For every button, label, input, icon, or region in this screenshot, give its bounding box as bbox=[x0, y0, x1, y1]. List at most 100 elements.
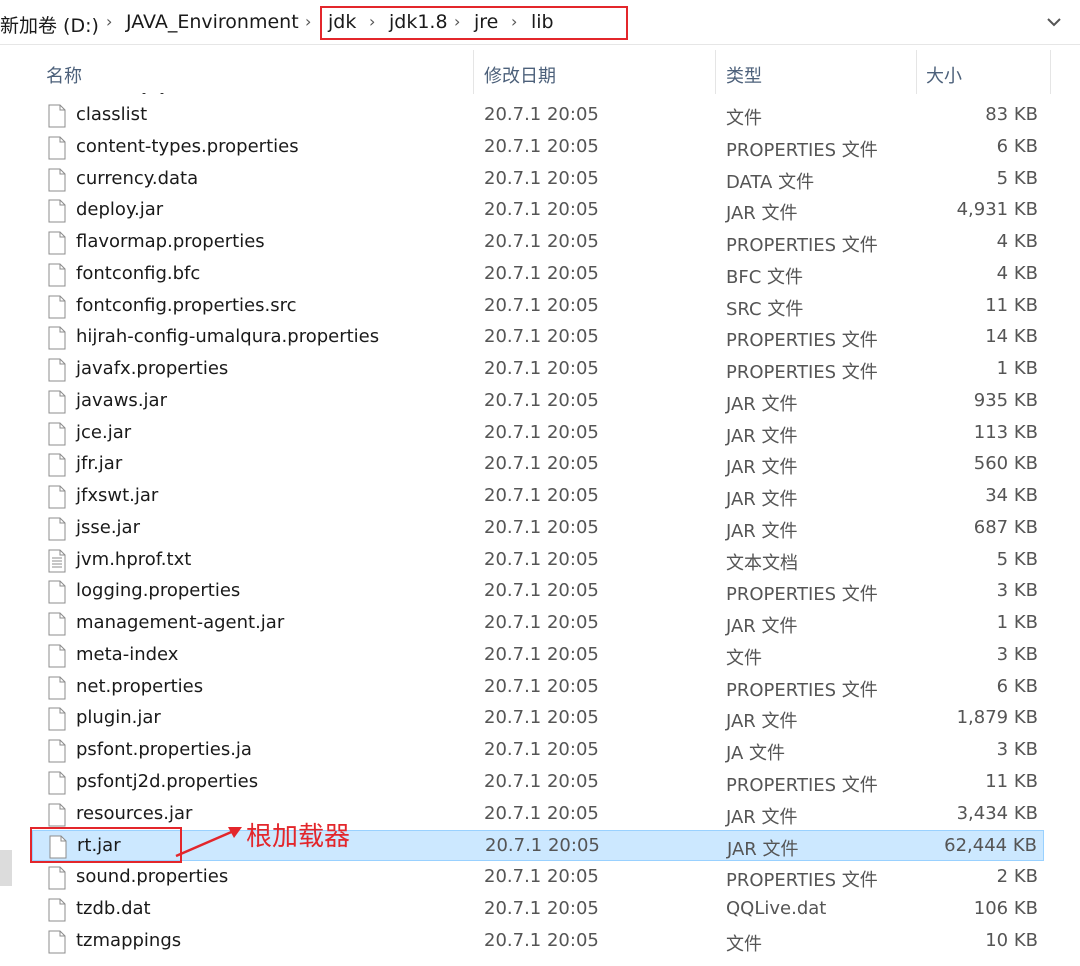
file-size: 106 KB bbox=[973, 897, 1038, 919]
file-date: 20.7.1 20:05 bbox=[484, 707, 599, 729]
file-date: 20.7.1 20:05 bbox=[484, 262, 599, 284]
file-icon bbox=[48, 136, 66, 160]
file-type: PROPERTIES 文件 bbox=[726, 870, 878, 891]
file-type: JAR 文件 bbox=[726, 616, 798, 637]
file-size: 3,434 KB bbox=[956, 802, 1038, 824]
file-size: 62,444 KB bbox=[944, 835, 1037, 857]
file-date: 20.7.1 20:05 bbox=[484, 231, 599, 252]
file-row[interactable]: jfxswt.jar 20.7.1 20:05 JAR 文件 34 KB bbox=[32, 481, 1044, 512]
file-row[interactable]: jsse.jar 20.7.1 20:05 JAR 文件 687 KB bbox=[32, 513, 1044, 544]
file-type: JAR 文件 bbox=[726, 711, 798, 733]
file-icon bbox=[48, 739, 66, 763]
file-row[interactable]: flavormap.properties 20.7.1 20:05 PROPERTI… bbox=[32, 227, 1044, 258]
file-icon bbox=[48, 326, 66, 350]
file-type: DATA 文件 bbox=[726, 171, 815, 193]
file-name: psfont.properties.ja bbox=[76, 739, 252, 760]
file-date: 20.7.1 20:05 bbox=[484, 866, 599, 887]
file-size: 3 KB bbox=[996, 580, 1038, 602]
file-row[interactable]: javaws.jar 20.7.1 20:05 JAR 文件 935 KB bbox=[32, 386, 1044, 417]
file-type: BFC 文件 bbox=[726, 266, 803, 288]
file-date: 20.7.1 20:05 bbox=[484, 199, 599, 221]
file-icon bbox=[48, 485, 66, 509]
file-size: 3 KB bbox=[996, 643, 1038, 665]
file-type: JAR 文件 bbox=[726, 520, 798, 542]
file-name: fontconfig.properties.src bbox=[76, 294, 297, 316]
file-row[interactable]: psfont.properties.ja 20.7.1 20:05 JA 文件 3 K… bbox=[32, 735, 1044, 766]
file-row[interactable]: jvm.hprof.txt 20.7.1 20:05 文本文档 5 KB bbox=[32, 545, 1044, 576]
file-row[interactable]: jfr.jar 20.7.1 20:05 JAR 文件 560 KB bbox=[32, 449, 1044, 480]
file-icon bbox=[48, 263, 66, 287]
file-size: 4,931 KB bbox=[956, 199, 1038, 221]
file-icon bbox=[48, 898, 66, 922]
file-size: 1 KB bbox=[996, 612, 1038, 633]
file-date: 20.7.1 20:05 bbox=[484, 485, 599, 506]
file-date: 20.7.1 20:05 bbox=[485, 835, 600, 857]
file-size: 560 KB bbox=[973, 453, 1038, 475]
file-row[interactable]: hijrah-config-umalqura.properties 20.7.1 … bbox=[32, 322, 1044, 353]
file-type: 文件 bbox=[726, 647, 762, 669]
file-name: content-types.properties bbox=[76, 135, 299, 157]
file-date: 20.7.1 20:05 bbox=[484, 897, 599, 919]
file-row[interactable]: plugin.jar 20.7.1 20:05 JAR 文件 1,879 KB bbox=[32, 703, 1044, 734]
file-date: 20.7.1 20:05 bbox=[484, 580, 599, 602]
file-name: jfxswt.jar bbox=[76, 485, 159, 506]
file-name: flavormap.properties bbox=[76, 231, 265, 252]
file-type: 文本文档 bbox=[726, 552, 798, 574]
file-icon bbox=[48, 580, 66, 604]
file-row[interactable]: logging.properties 20.7.1 20:05 PROPERTIES… bbox=[32, 576, 1044, 607]
file-row[interactable]: sound.properties 20.7.1 20:05 PROPERTIES 文… bbox=[32, 862, 1044, 893]
file-type: JA 文件 bbox=[726, 743, 786, 764]
file-name: jvm.hprof.txt bbox=[76, 548, 192, 570]
file-row[interactable]: meta-index 20.7.1 20:05 文件 3 KB bbox=[32, 640, 1044, 671]
file-row[interactable]: javafx.properties 20.7.1 20:05 PROPERTIES … bbox=[32, 354, 1044, 385]
file-date: 20.7.1 20:05 bbox=[484, 802, 599, 824]
file-name: javafx.properties bbox=[76, 358, 229, 379]
file-row[interactable]: deploy.jar 20.7.1 20:05 JAR 文件 4,931 KB bbox=[32, 195, 1044, 226]
scrollbar-thumb[interactable] bbox=[0, 850, 12, 886]
file-row[interactable]: currency.data 20.7.1 20:05 DATA 文件 5 KB bbox=[32, 164, 1044, 195]
file-icon bbox=[48, 231, 66, 255]
file-size: 687 KB bbox=[973, 516, 1038, 538]
file-type: 文件 bbox=[726, 108, 762, 129]
file-row[interactable]: net.properties 20.7.1 20:05 PROPERTIES 文件 6… bbox=[32, 672, 1044, 703]
file-name: hijrah-config-umalqura.properties bbox=[76, 326, 380, 348]
file-row[interactable]: fontconfig.properties.src 20.7.1 20:05 SRC… bbox=[32, 291, 1044, 322]
file-date: 20.7.1 20:05 bbox=[484, 643, 599, 665]
file-row[interactable]: management-agent.jar 20.7.1 20:05 JAR 文件 1 … bbox=[32, 608, 1044, 639]
file-list: classlist 20.7.1 20:05 文件 83 KB content-type… bbox=[0, 0, 1080, 966]
file-name: plugin.jar bbox=[76, 707, 161, 729]
file-size: 10 KB bbox=[985, 929, 1038, 951]
file-row[interactable]: jce.jar 20.7.1 20:05 JAR 文件 113 KB bbox=[32, 418, 1044, 449]
file-icon bbox=[48, 866, 66, 890]
file-row[interactable]: fontconfig.bfc 20.7.1 20:05 BFC 文件 4 KB bbox=[32, 259, 1044, 290]
file-icon bbox=[48, 295, 66, 319]
file-name: currency.data bbox=[76, 167, 199, 189]
annotation-arrow-icon bbox=[175, 827, 242, 858]
file-size: 11 KB bbox=[985, 770, 1038, 792]
file-icon bbox=[48, 644, 66, 668]
file-size: 34 KB bbox=[985, 485, 1038, 506]
file-type: PROPERTIES 文件 bbox=[726, 362, 878, 383]
file-date: 20.7.1 20:05 bbox=[484, 389, 599, 411]
file-row[interactable]: content-types.properties 20.7.1 20:05 PROP… bbox=[32, 132, 1044, 163]
file-size: 1 KB bbox=[996, 358, 1038, 379]
file-date: 20.7.1 20:05 bbox=[484, 326, 599, 348]
file-icon bbox=[48, 453, 66, 477]
file-date: 20.7.1 20:05 bbox=[484, 453, 599, 475]
file-date: 20.7.1 20:05 bbox=[484, 612, 599, 633]
file-date: 20.7.1 20:05 bbox=[484, 739, 599, 760]
file-type: JAR 文件 bbox=[727, 839, 799, 861]
file-date: 20.7.1 20:05 bbox=[484, 358, 599, 379]
file-name: sound.properties bbox=[76, 866, 229, 887]
file-date: 20.7.1 20:05 bbox=[484, 770, 599, 792]
file-icon bbox=[48, 199, 66, 223]
file-size: 5 KB bbox=[996, 548, 1038, 570]
text-document-icon bbox=[48, 549, 66, 573]
file-row[interactable]: classlist 20.7.1 20:05 文件 83 KB bbox=[32, 100, 1044, 131]
file-name: meta-index bbox=[76, 643, 179, 665]
file-type: JAR 文件 bbox=[726, 393, 798, 415]
file-row[interactable]: psfontj2d.properties 20.7.1 20:05 PROPERTI… bbox=[32, 767, 1044, 798]
file-row[interactable]: tzmappings 20.7.1 20:05 文件 10 KB bbox=[32, 926, 1044, 957]
file-name: tzmappings bbox=[76, 929, 182, 951]
file-row[interactable]: tzdb.dat 20.7.1 20:05 QQLive.dat 106 KB bbox=[32, 894, 1044, 925]
